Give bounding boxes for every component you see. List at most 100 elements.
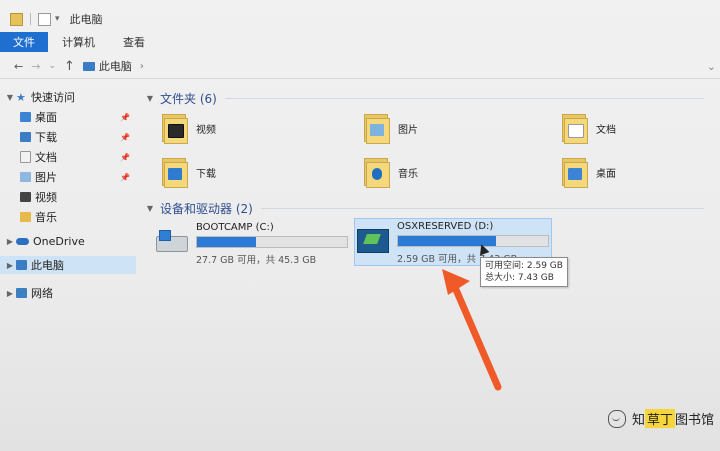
desktop-icon [568,168,582,180]
sidebar-item-label: 快速访问 [31,91,75,104]
toolbar-divider [30,13,31,25]
recent-locations-dropdown-icon[interactable]: ⌄ [48,61,56,71]
folder-icon [560,112,588,144]
section-title: 文件夹 (6) [160,92,217,106]
expand-caret-icon[interactable]: ▶ [4,289,16,298]
file-explorer-window: ▾ 此电脑 文件 计算机 查看 ← → ⌄ ↑ 此电脑 › ⌄ ▼ ★ 快速访问… [0,0,720,451]
drive-usage-bar [196,236,348,248]
pin-icon: 📌 [120,152,130,162]
folder-icon [160,112,188,144]
pin-icon: 📌 [120,112,130,122]
download-icon [20,132,31,142]
back-button[interactable]: ← [14,60,23,73]
folder-videos[interactable]: 视频 [160,112,216,144]
folders-section-header[interactable]: ▼ 文件夹 (6) [144,90,704,107]
desktop-icon [20,112,31,122]
video-icon [20,192,31,202]
folder-label: 文档 [596,124,616,136]
star-icon: ★ [16,90,26,104]
sidebar-item-label: 网络 [31,287,53,300]
expand-caret-icon[interactable]: ▼ [4,93,16,102]
breadcrumb-this-pc[interactable]: 此电脑 [99,58,132,74]
sidebar-item-label: 桌面 [35,111,57,124]
folder-label: 音乐 [398,168,418,180]
folder-label: 图片 [398,124,418,136]
folder-desktop[interactable]: 桌面 [560,156,616,188]
tab-file[interactable]: 文件 [0,32,48,52]
watermark-highlight: 草丁 [644,409,675,428]
sidebar-item-quick-access[interactable]: ▼ ★ 快速访问 [0,88,136,106]
sidebar-item-downloads[interactable]: 下载 📌 [0,128,136,146]
sidebar-item-label: 下载 [35,131,57,144]
section-divider [224,98,704,99]
folder-label: 下载 [196,168,216,180]
folder-documents[interactable]: 文档 [560,112,616,144]
tab-computer[interactable]: 计算机 [48,32,109,52]
window-title: 此电脑 [69,13,103,26]
breadcrumb-chevron-icon[interactable]: › [140,61,144,72]
folder-icon [362,156,390,188]
network-icon [16,288,27,298]
new-folder-icon[interactable] [10,12,23,26]
title-bar: ▾ 此电脑 [0,8,720,30]
tab-view[interactable]: 查看 [109,32,159,52]
folder-icon [560,156,588,188]
drive-usage-bar [397,235,549,247]
watermark-prefix: 知 [631,413,645,428]
sidebar-item-label: OneDrive [33,234,85,248]
pin-icon: 📌 [120,132,130,142]
sidebar-item-label: 此电脑 [31,259,64,272]
folder-icon [362,112,390,144]
drives-section-header[interactable]: ▼ 设备和驱动器 (2) [144,200,704,217]
sidebar-item-label: 音乐 [35,211,57,224]
collapse-caret-icon[interactable]: ▼ [144,204,156,213]
folder-label: 桌面 [596,168,616,180]
document-icon [568,124,584,138]
folder-pictures[interactable]: 图片 [362,112,418,144]
music-icon [372,168,382,180]
up-button[interactable]: ↑ [64,59,75,74]
watermark-suffix: 图书馆 [674,413,714,428]
folder-downloads[interactable]: 下载 [160,156,216,188]
folder-label: 视频 [196,124,216,136]
collapse-caret-icon[interactable]: ▼ [144,94,156,103]
sidebar-item-onedrive[interactable]: ▶ OneDrive [0,232,136,250]
navigation-bar: ← → ⌄ ↑ 此电脑 › ⌄ [0,54,720,79]
customize-toolbar-icon[interactable]: ▾ [55,14,60,24]
computer-icon [82,61,95,71]
forward-button[interactable]: → [31,60,40,73]
sidebar-item-label: 图片 [35,171,57,184]
download-icon [168,168,182,180]
sidebar-item-desktop[interactable]: 桌面 📌 [0,108,136,126]
expand-caret-icon[interactable]: ▶ [4,237,16,246]
red-arrow-icon [442,269,502,391]
watermark: 知 草丁 图书馆 [607,409,714,428]
drive-usage-fill [197,237,256,247]
document-icon [20,151,31,163]
section-title: 设备和驱动器 (2) [160,202,253,216]
sidebar-item-documents[interactable]: 文档 📌 [0,148,136,166]
folder-music[interactable]: 音乐 [362,156,418,188]
music-icon [20,212,31,222]
video-icon [168,124,184,138]
content-pane: ▼ 文件夹 (6) 视频 图片 文档 下载 音乐 桌面 ▼ 设备和驱动器 (2)… [140,84,720,444]
drive-name: OSXRESERVED (D:) [397,221,494,232]
pin-icon: 📌 [120,172,130,182]
quick-access-toolbar: ▾ [10,12,60,26]
sidebar-item-network[interactable]: ▶ 网络 [0,284,136,302]
sidebar-item-pictures[interactable]: 图片 📌 [0,168,136,186]
folder-icon [160,156,188,188]
picture-icon [370,124,384,136]
properties-icon[interactable] [38,12,51,26]
wechat-logo-icon [607,409,626,428]
drive-name: BOOTCAMP (C:) [196,222,274,233]
address-dropdown-icon[interactable]: ⌄ [707,60,716,73]
computer-icon [16,260,27,270]
drive-info: BOOTCAMP (C:) 27.7 GB 可用，共 45.3 GB [196,222,348,266]
sidebar-item-videos[interactable]: 视频 [0,188,136,206]
sidebar-item-this-pc[interactable]: ▶ 此电脑 [0,256,136,274]
drive-bootcamp[interactable]: BOOTCAMP (C:) 27.7 GB 可用，共 45.3 GB [154,220,354,266]
expand-caret-icon[interactable]: ▶ [4,261,16,270]
section-divider [260,208,704,209]
sidebar-item-music[interactable]: 音乐 [0,208,136,226]
